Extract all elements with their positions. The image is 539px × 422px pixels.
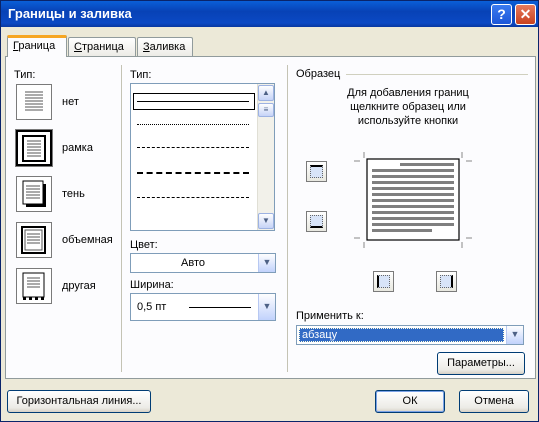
setting-3d-label: объемная	[62, 234, 113, 246]
preview-label: Образец	[296, 68, 341, 80]
tab-page-accel: С	[74, 41, 82, 53]
line-style-list[interactable]: ▲ ≡ ▼	[130, 83, 275, 231]
scroll-down-icon[interactable]: ▼	[258, 213, 274, 229]
right-border-icon	[440, 275, 453, 288]
preview-hint-line: щелкните образец или	[350, 101, 466, 113]
color-dropdown[interactable]: Авто ▼	[130, 253, 276, 273]
right-border-button[interactable]	[436, 271, 457, 292]
line-style-dash-dot[interactable]	[137, 197, 249, 198]
custom-border-icon	[16, 268, 52, 304]
top-border-button[interactable]	[306, 161, 327, 182]
width-value: 0,5 пт	[137, 301, 167, 313]
left-border-button[interactable]	[373, 271, 394, 292]
width-sample-line	[189, 307, 251, 308]
options-button[interactable]: Параметры...	[437, 352, 525, 375]
tab-page-label: траница	[81, 41, 124, 53]
help-button[interactable]: ?	[491, 4, 512, 25]
color-value: Авто	[181, 257, 205, 269]
tab-shading-accel: З	[143, 41, 150, 53]
setting-shadow-label: тень	[62, 188, 85, 200]
close-icon: ✕	[519, 6, 532, 22]
tab-borders[interactable]: Граница	[7, 35, 67, 57]
preview-hint: Для добавления границ щелкните образец и…	[288, 86, 528, 128]
tab-panel: Тип: нет рамка тень объемная другая Тип:…	[5, 56, 536, 379]
preview-hint-line: используйте кнопки	[357, 115, 459, 127]
line-style-scrollbar[interactable]: ▲ ≡ ▼	[257, 84, 274, 230]
help-icon: ?	[497, 6, 506, 22]
apply-to-value: абзацу	[299, 328, 504, 342]
setting-custom-label: другая	[62, 280, 96, 292]
borders-and-shading-dialog: Границы и заливка ? ✕ Граница Страница З…	[0, 0, 539, 422]
left-border-icon	[377, 275, 390, 288]
inside-horizontal-border-button[interactable]	[306, 211, 327, 232]
close-button[interactable]: ✕	[515, 4, 536, 25]
shadow-border-icon	[16, 176, 52, 212]
preview-group-line	[346, 74, 528, 75]
line-style-dashed[interactable]	[137, 172, 249, 174]
width-dropdown[interactable]: 0,5 пт ▼	[130, 293, 276, 321]
tab-shading[interactable]: Заливка	[137, 37, 193, 56]
style-label: Тип:	[130, 69, 152, 81]
scroll-up-icon[interactable]: ▲	[258, 85, 274, 101]
tab-borders-label: раница	[18, 40, 56, 52]
line-style-dashed-short[interactable]	[137, 147, 249, 148]
no-border-icon	[16, 84, 52, 120]
tab-page[interactable]: Страница	[68, 37, 136, 56]
horizontal-line-button[interactable]: Горизонтальная линия...	[7, 390, 151, 413]
apply-to-label: Применить к:	[296, 310, 364, 322]
3d-border-icon	[16, 222, 52, 258]
chevron-down-icon[interactable]: ▼	[258, 254, 275, 272]
cancel-button[interactable]: Отмена	[459, 390, 529, 413]
column-divider	[121, 65, 122, 372]
title-bar: Границы и заливка ? ✕	[1, 1, 538, 27]
line-style-solid[interactable]	[137, 101, 249, 102]
top-border-icon	[310, 165, 323, 178]
preview-hint-line: Для добавления границ	[347, 87, 469, 99]
color-label: Цвет:	[130, 239, 158, 251]
window-title: Границы и заливка	[8, 6, 132, 21]
chevron-down-icon[interactable]: ▼	[506, 326, 523, 344]
ok-button[interactable]: ОК	[375, 390, 445, 413]
inside-border-icon	[310, 215, 323, 228]
line-style-dotted[interactable]	[137, 124, 249, 125]
apply-to-dropdown[interactable]: абзацу ▼	[296, 325, 524, 345]
width-label: Ширина:	[130, 279, 174, 291]
scroll-thumb[interactable]: ≡	[258, 103, 274, 117]
tab-shading-label: аливка	[149, 41, 186, 53]
border-preview[interactable]	[350, 150, 472, 248]
box-border-icon	[15, 129, 53, 167]
chevron-down-icon[interactable]: ▼	[258, 294, 275, 320]
setting-box-label: рамка	[62, 142, 93, 154]
setting-none-label: нет	[62, 96, 79, 108]
setting-label: Тип:	[14, 69, 36, 81]
